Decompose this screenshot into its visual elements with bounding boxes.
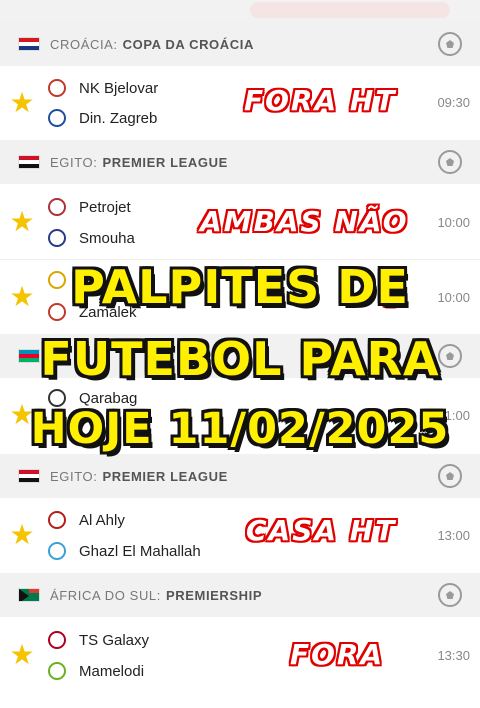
match-time: 10:00 (437, 215, 470, 230)
league-country: EGITO: (50, 468, 98, 484)
league-name: COPA DA CROÁCIA (122, 36, 254, 52)
team-logo-icon (48, 109, 66, 127)
team-logo-icon (48, 511, 66, 529)
team-logo-icon (48, 631, 66, 649)
croatia-flag-icon (18, 37, 40, 51)
away-team: Mamelodi (48, 659, 144, 683)
away-team-name: Ghazl El Mahallah (79, 542, 201, 560)
soccer-ball-icon[interactable] (438, 464, 462, 488)
league-country: EGITO: (50, 154, 98, 170)
star-icon[interactable]: ★ (9, 208, 35, 236)
match-time: 13:00 (437, 528, 470, 543)
team-logo-icon (48, 662, 66, 680)
home-team: Al Ahly (48, 508, 125, 532)
soccer-ball-icon[interactable] (438, 32, 462, 56)
home-team-name: NK Bjelovar (79, 79, 159, 97)
away-team: Smouha (48, 226, 135, 250)
match-time: 13:30 (437, 648, 470, 663)
south-africa-flag-icon (18, 588, 40, 602)
league-header-egypt[interactable]: EGITO: PREMIER LEAGUE (0, 454, 480, 498)
soccer-ball-icon[interactable] (438, 150, 462, 174)
home-team-name: Al Ahly (79, 511, 125, 529)
match-row[interactable]: ★ Petrojet Smouha AMBAS NÃO 10:00 (0, 185, 480, 259)
team-logo-icon (48, 229, 66, 247)
match-row[interactable]: ★ NK Bjelovar Din. Zagreb FORA HT 09:30 (0, 66, 480, 140)
overlay-line-1: PALPITES DE (71, 260, 409, 314)
away-team-name: Smouha (79, 229, 135, 247)
league-header-croatia[interactable]: CROÁCIA: COPA DA CROÁCIA (0, 22, 480, 66)
league-country: CROÁCIA: (50, 36, 118, 52)
match-row[interactable]: ★ Al Ahly Ghazl El Mahallah CASA HT 13:0… (0, 498, 480, 572)
league-header-south-africa[interactable]: ÁFRICA DO SUL: PREMIERSHIP (0, 573, 480, 617)
match-time: 09:30 (437, 95, 470, 110)
away-team-name: Mamelodi (79, 662, 145, 680)
top-pill (250, 2, 450, 18)
home-team-name: Petrojet (79, 198, 131, 216)
overlay-line-3: HOJE 11/02/2025 (30, 404, 450, 454)
match-row[interactable]: ★ TS Galaxy Mamelodi FORA 13:30 (0, 618, 480, 692)
league-name: PREMIER LEAGUE (102, 468, 228, 484)
star-icon[interactable]: ★ (9, 641, 35, 669)
overlay-line-2: FUTEBOL PARA (40, 332, 440, 386)
top-bar (0, 0, 480, 22)
star-icon[interactable]: ★ (9, 521, 35, 549)
team-logo-icon (48, 79, 66, 97)
league-country: ÁFRICA DO SUL: (50, 587, 161, 603)
away-team-name: Din. Zagreb (79, 109, 158, 127)
home-team: Petrojet (48, 195, 131, 219)
tip-label: AMBAS NÃO (200, 205, 409, 238)
team-logo-icon (48, 542, 66, 560)
away-team: Din. Zagreb (48, 106, 157, 130)
home-team-name: TS Galaxy (79, 631, 150, 649)
egypt-flag-icon (18, 469, 40, 483)
home-team: TS Galaxy (48, 628, 149, 652)
tip-label: CASA HT (246, 514, 397, 547)
league-name: PREMIERSHIP (165, 587, 263, 603)
league-header-egypt[interactable]: EGITO: PREMIER LEAGUE (0, 140, 480, 184)
tip-label: FORA HT (244, 84, 397, 117)
team-logo-icon (48, 198, 66, 216)
star-icon[interactable]: ★ (9, 89, 35, 117)
league-name: PREMIER LEAGUE (102, 154, 228, 170)
egypt-flag-icon (18, 155, 40, 169)
away-team: Ghazl El Mahallah (48, 539, 201, 563)
home-team: NK Bjelovar (48, 76, 158, 100)
tip-label: FORA (290, 638, 385, 671)
soccer-ball-icon[interactable] (438, 583, 462, 607)
